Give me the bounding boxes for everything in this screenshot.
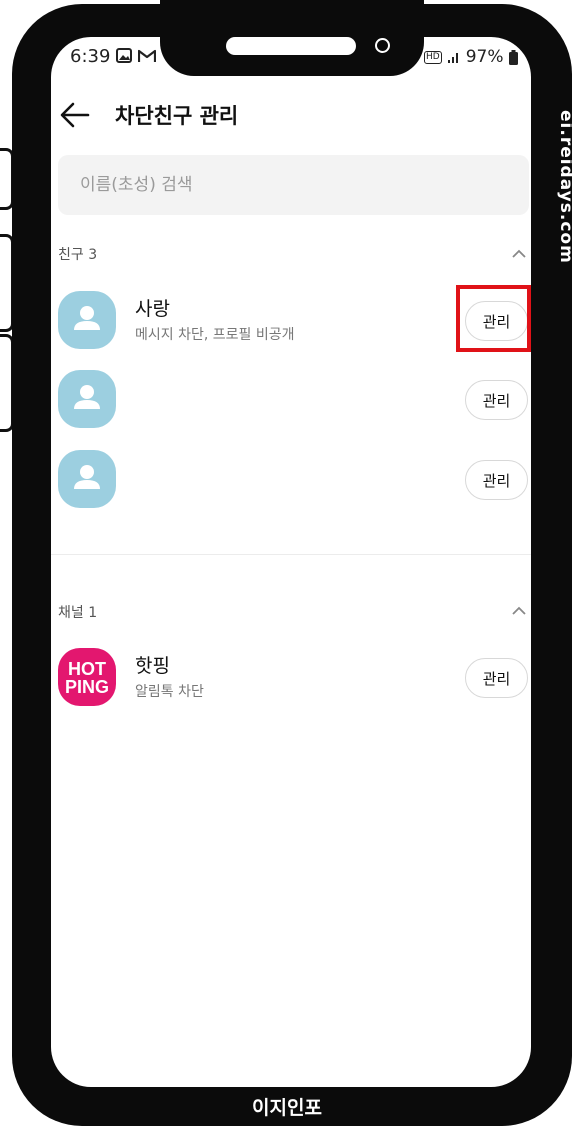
manage-button[interactable]: 관리 <box>465 658 528 698</box>
blocked-friend-row: 관리 <box>58 450 530 512</box>
bottom-watermark: 이지인포 <box>252 1097 322 1119</box>
chevron-up-icon[interactable] <box>511 249 527 259</box>
default-profile-icon <box>74 465 100 489</box>
chevron-up-icon[interactable] <box>511 606 527 616</box>
gallery-icon <box>116 48 132 63</box>
avatar <box>58 291 116 349</box>
default-profile-icon <box>74 306 100 330</box>
back-arrow-icon[interactable] <box>58 100 92 130</box>
default-profile-icon <box>74 385 100 409</box>
highlight-annotation-box <box>456 285 531 352</box>
gmail-icon <box>138 49 156 62</box>
camera-notch <box>160 0 424 76</box>
manage-button[interactable]: 관리 <box>465 380 528 420</box>
channel-name: 핫핑 <box>135 655 170 677</box>
logo-line1: HOT <box>68 659 106 679</box>
side-watermark: ei.reidays.com <box>556 110 574 264</box>
search-input[interactable] <box>58 155 529 215</box>
signal-icon <box>447 53 458 63</box>
status-time: 6:39 <box>70 46 111 67</box>
app-header: 차단친구 관리 <box>58 95 238 135</box>
hd-badge: HD <box>424 50 442 64</box>
battery-icon <box>508 49 518 65</box>
front-camera-icon <box>375 38 390 53</box>
friend-name: 사랑 <box>135 298 170 320</box>
status-notification-icons <box>116 48 156 63</box>
status-system-icons: HD 97% <box>424 47 518 67</box>
logo-line2: PING <box>65 677 109 697</box>
friends-section-label: 친구 3 <box>58 247 98 263</box>
channels-section-label: 채널 1 <box>58 605 98 621</box>
avatar <box>58 370 116 428</box>
blocked-channel-row: HOT PING 핫핑 알림톡 차단 관리 <box>58 648 530 710</box>
battery-percent: 97% <box>465 47 504 67</box>
hotping-logo: HOT PING <box>58 648 116 706</box>
manage-button[interactable]: 관리 <box>465 460 528 500</box>
friend-block-description: 메시지 차단, 프로필 비공개 <box>135 327 295 343</box>
blocked-friend-row: 관리 <box>58 370 530 432</box>
channel-block-description: 알림톡 차단 <box>135 684 204 700</box>
speaker-grille <box>226 37 356 55</box>
section-divider <box>51 554 531 555</box>
page-title: 차단친구 관리 <box>115 104 239 128</box>
avatar <box>58 450 116 508</box>
